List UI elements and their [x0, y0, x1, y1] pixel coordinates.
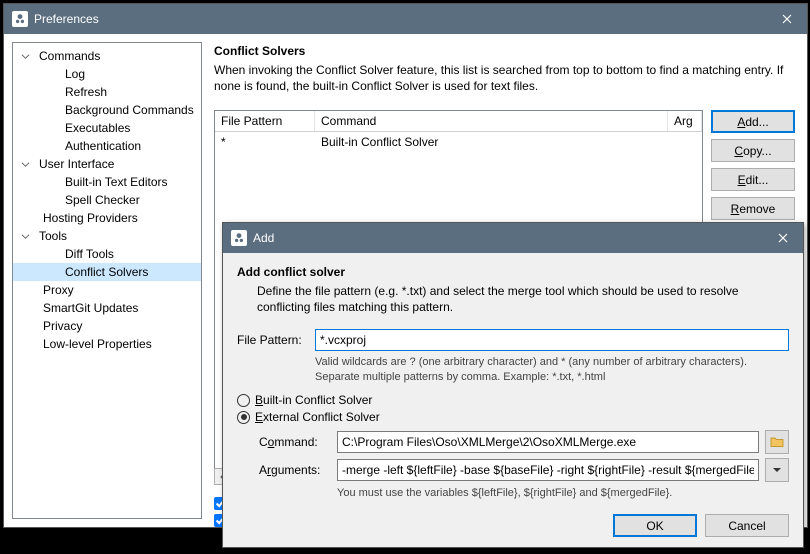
add-dialog: Add Add conflict solver Define the file …	[222, 222, 804, 548]
radio-off-icon	[237, 394, 250, 407]
col-command[interactable]: Command	[315, 111, 668, 131]
tree-item-ui[interactable]: User Interface	[13, 155, 201, 173]
section-description: When invoking the Conflict Solver featur…	[214, 62, 795, 94]
arguments-dropdown-button[interactable]	[765, 458, 789, 482]
browse-button[interactable]	[765, 430, 789, 454]
arguments-label: Arguments:	[259, 463, 331, 477]
arguments-hint: You must use the variables ${leftFile}, …	[259, 486, 789, 501]
arguments-input[interactable]	[337, 459, 759, 481]
add-button[interactable]: Add...	[711, 110, 795, 133]
command-label: Command:	[259, 435, 331, 449]
prefs-tree[interactable]: Commands Log Refresh Background Commands…	[12, 42, 202, 519]
radio-builtin[interactable]: Built-in Conflict Solver	[237, 393, 789, 407]
dialog-heading: Add conflict solver	[237, 265, 789, 279]
tree-item-exec[interactable]: Executables	[13, 119, 201, 137]
add-title: Add	[253, 231, 763, 245]
prefs-titlebar: Preferences	[4, 4, 807, 34]
ok-button[interactable]: OK	[613, 514, 697, 537]
app-icon	[231, 230, 247, 246]
tree-item-log[interactable]: Log	[13, 65, 201, 83]
remove-button[interactable]: Remove	[711, 197, 795, 220]
section-heading: Conflict Solvers	[214, 44, 795, 58]
table-header: File Pattern Command Arg	[215, 111, 702, 132]
add-titlebar: Add	[223, 223, 803, 253]
dialog-description: Define the file pattern (e.g. *.txt) and…	[237, 283, 789, 315]
file-pattern-hint: Valid wildcards are ? (one arbitrary cha…	[237, 355, 789, 385]
file-pattern-input[interactable]	[315, 329, 789, 351]
app-icon	[12, 11, 28, 27]
tree-item-refresh[interactable]: Refresh	[13, 83, 201, 101]
tree-item-editors[interactable]: Built-in Text Editors	[13, 173, 201, 191]
copy-button[interactable]: Copy...	[711, 139, 795, 162]
close-icon[interactable]	[763, 223, 803, 253]
chevron-down-icon	[772, 467, 782, 473]
tree-item-proxy[interactable]: Proxy	[13, 281, 201, 299]
tree-item-hosting[interactable]: Hosting Providers	[13, 209, 201, 227]
tree-item-updates[interactable]: SmartGit Updates	[13, 299, 201, 317]
prefs-title: Preferences	[34, 12, 767, 26]
col-pattern[interactable]: File Pattern	[215, 111, 315, 131]
cancel-button[interactable]: Cancel	[705, 514, 789, 537]
close-icon[interactable]	[767, 4, 807, 34]
tree-item-tools[interactable]: Tools	[13, 227, 201, 245]
tree-item-bg[interactable]: Background Commands	[13, 101, 201, 119]
table-row[interactable]: * Built-in Conflict Solver	[215, 132, 702, 152]
tree-item-spell[interactable]: Spell Checker	[13, 191, 201, 209]
col-args[interactable]: Arg	[668, 111, 702, 131]
tree-item-privacy[interactable]: Privacy	[13, 317, 201, 335]
tree-item-commands[interactable]: Commands	[13, 47, 201, 65]
file-pattern-label: File Pattern:	[237, 333, 309, 347]
tree-item-diff[interactable]: Diff Tools	[13, 245, 201, 263]
folder-icon	[770, 436, 784, 448]
tree-item-lowlevel[interactable]: Low-level Properties	[13, 335, 201, 353]
edit-button[interactable]: Edit...	[711, 168, 795, 191]
radio-external[interactable]: External Conflict Solver	[237, 410, 789, 424]
radio-on-icon	[237, 411, 250, 424]
command-input[interactable]	[337, 431, 759, 453]
tree-item-auth[interactable]: Authentication	[13, 137, 201, 155]
tree-item-solvers[interactable]: Conflict Solvers	[13, 263, 201, 281]
